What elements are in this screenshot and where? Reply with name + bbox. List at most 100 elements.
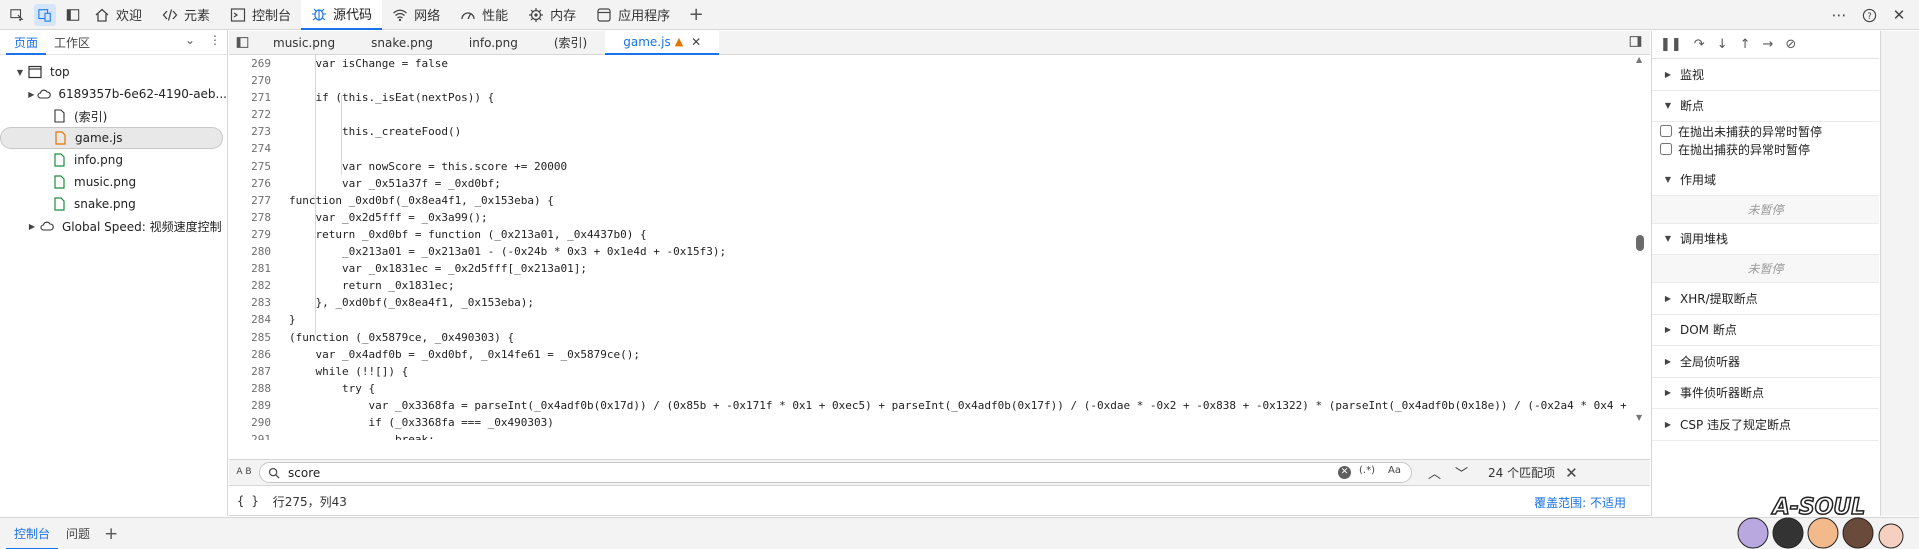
line-number[interactable]: 287 (229, 363, 273, 380)
previous-match-chevron-up-icon[interactable]: ︿ (1428, 463, 1441, 482)
pause-uncaught-checkbox[interactable] (1660, 125, 1672, 137)
tree-item-music-png[interactable]: music.png (0, 171, 227, 193)
tab-console[interactable]: 控制台 (220, 0, 301, 30)
pause-caught-option[interactable]: 在抛出捕获的异常时暂停 (1652, 140, 1879, 158)
code-line[interactable]: if (_0x3368fa === _0x490303) (289, 414, 1629, 431)
more-options-icon[interactable]: ⋯ (1829, 5, 1849, 25)
code-line[interactable]: } (289, 311, 1629, 328)
line-number-gutter[interactable]: 269 270 271 272 273 274 275 276 277 278 … (229, 55, 273, 440)
line-number[interactable]: 282 (229, 277, 273, 294)
vertical-scroll-thumb[interactable] (1636, 235, 1644, 251)
code-line-current[interactable]: var nowScore = this.score += 20000 (289, 158, 1629, 175)
match-case-toggle[interactable]: A B (229, 468, 259, 477)
line-number[interactable]: 286 (229, 346, 273, 363)
line-number[interactable]: 275 (229, 158, 273, 175)
case-sensitive-toggle[interactable]: Aa (1388, 465, 1401, 476)
close-search-icon[interactable]: ✕ (1565, 464, 1578, 482)
section-breakpoints[interactable]: ▼ 断点 (1652, 91, 1879, 122)
vertical-scrollbar[interactable]: ▲ ▼ (1636, 55, 1644, 440)
section-csp-breakpoints[interactable]: ▶ CSP 违反了规定断点 (1652, 409, 1879, 441)
editor-tab-snake-png[interactable]: snake.png (353, 31, 451, 55)
code-line[interactable]: }, _0xd0bf(_0x8ea4f1, _0x153eba); (289, 294, 1629, 311)
code-line[interactable]: var _0x3368fa = parseInt(_0x4adf0b(0x17d… (289, 397, 1629, 414)
expand-triangle-icon[interactable]: ▼ (14, 68, 26, 77)
step-into-icon[interactable]: ↓ (1717, 37, 1728, 52)
collapse-triangle-icon[interactable]: ▶ (26, 222, 38, 231)
close-icon[interactable]: ✕ (1889, 5, 1909, 25)
tab-sources[interactable]: 源代码 (301, 0, 383, 30)
code-line[interactable]: function _0xd0bf(_0x8ea4f1, _0x153eba) { (289, 192, 1629, 209)
pause-caught-checkbox[interactable] (1660, 143, 1672, 155)
pause-uncaught-option[interactable]: 在抛出未捕获的异常时暂停 (1652, 122, 1879, 140)
regex-toggle[interactable]: (.*) (1359, 465, 1375, 476)
help-icon[interactable]: ? (1859, 5, 1879, 25)
line-number[interactable]: 272 (229, 106, 273, 123)
code-line[interactable]: while (!![]) { (289, 363, 1629, 380)
code-line[interactable]: try { (289, 380, 1629, 397)
editor-tab-music-png[interactable]: music.png (255, 31, 353, 55)
line-number[interactable]: 269 (229, 55, 273, 72)
chevron-down-icon[interactable]: ⌄ (185, 33, 195, 47)
step-icon[interactable]: → (1763, 37, 1774, 52)
tree-item-global-speed[interactable]: ▶ Global Speed: 视频速度控制 (0, 215, 227, 237)
line-number[interactable]: 285 (229, 329, 273, 346)
line-number[interactable]: 283 (229, 294, 273, 311)
coverage-link[interactable]: 覆盖范围: 不适用 (1534, 494, 1626, 511)
section-watch[interactable]: ▶ 监视 (1652, 59, 1879, 91)
pause-icon[interactable]: ❚❚ (1660, 37, 1682, 52)
line-number[interactable]: 273 (229, 123, 273, 140)
vertical-more-icon[interactable]: ⋮ (209, 33, 221, 47)
section-call-stack[interactable]: ▼ 调用堆栈 (1652, 224, 1879, 255)
code-line[interactable]: var _0x2d5fff = _0x3a99(); (289, 209, 1629, 226)
inspect-element-icon[interactable] (6, 4, 28, 26)
editor-tab-info-png[interactable]: info.png (451, 31, 536, 55)
tab-page[interactable]: 页面 (6, 31, 47, 55)
section-scope[interactable]: ▼ 作用域 (1652, 164, 1879, 196)
device-toolbar-icon[interactable] (34, 3, 56, 26)
toggle-navigator-icon[interactable] (229, 36, 255, 49)
section-xhr-breakpoints[interactable]: ▶ XHR/提取断点 (1652, 283, 1879, 315)
section-global-listeners[interactable]: ▶ 全局侦听器 (1652, 346, 1879, 378)
line-number[interactable]: 279 (229, 226, 273, 243)
editor-tab-index[interactable]: (索引) (536, 31, 605, 55)
tree-item-origin[interactable]: ▶ 6189357b-6e62-4190-aeb... (0, 83, 227, 105)
line-number[interactable]: 277 (229, 192, 273, 209)
line-number[interactable]: 290 (229, 414, 273, 431)
line-number[interactable]: 288 (229, 380, 273, 397)
line-number[interactable]: 289 (229, 397, 273, 414)
drawer-tab-console[interactable]: 控制台 (6, 518, 59, 549)
dock-side-icon[interactable] (62, 4, 84, 26)
code-editor[interactable]: 269 270 271 272 273 274 275 276 277 278 … (229, 55, 1650, 440)
pretty-print-button[interactable]: { } (237, 494, 259, 508)
line-number[interactable]: 271 (229, 89, 273, 106)
editor-tab-game-js[interactable]: game.js ▲ ✕ (605, 30, 720, 55)
scroll-up-icon[interactable]: ▲ (1636, 55, 1642, 64)
search-field[interactable]: ✕ (.*) Aa (259, 462, 1412, 483)
deactivate-breakpoints-icon[interactable]: ⊘ (1785, 37, 1796, 52)
line-number[interactable]: 274 (229, 140, 273, 157)
code-line[interactable]: return _0x1831ec; (289, 277, 1629, 294)
code-line[interactable]: var isChange = false (289, 55, 1629, 72)
section-event-listener-breakpoints[interactable]: ▶ 事件侦听器断点 (1652, 378, 1879, 409)
code-line[interactable] (289, 140, 1629, 157)
code-line[interactable]: break; (289, 431, 1629, 440)
code-line[interactable]: var _0x1831ec = _0x2d5fff[_0x213a01]; (289, 260, 1629, 277)
add-tab-plus-icon[interactable]: + (684, 3, 708, 27)
next-match-chevron-down-icon[interactable]: ﹀ (1455, 463, 1468, 482)
tab-performance[interactable]: 性能 (450, 0, 518, 30)
tab-elements[interactable]: 元素 (152, 0, 220, 30)
tab-memory[interactable]: 内存 (518, 0, 586, 30)
line-number[interactable]: 278 (229, 209, 273, 226)
tab-network[interactable]: 网络 (382, 0, 450, 30)
step-out-icon[interactable]: ↑ (1740, 37, 1751, 52)
tree-item-game-js[interactable]: game.js (0, 127, 223, 149)
line-number[interactable]: 276 (229, 175, 273, 192)
line-number[interactable]: 281 (229, 260, 273, 277)
tree-item-index[interactable]: (索引) (0, 105, 227, 127)
code-lines[interactable]: var isChange = false if (this._isEat(nex… (289, 55, 1629, 440)
line-number[interactable]: 284 (229, 311, 273, 328)
scroll-down-icon[interactable]: ▼ (1636, 413, 1642, 422)
search-input[interactable] (288, 465, 1288, 480)
collapse-triangle-icon[interactable]: ▶ (26, 90, 37, 99)
code-line[interactable]: _0x213a01 = _0x213a01 - (-0x24b * 0x3 + … (289, 243, 1629, 260)
